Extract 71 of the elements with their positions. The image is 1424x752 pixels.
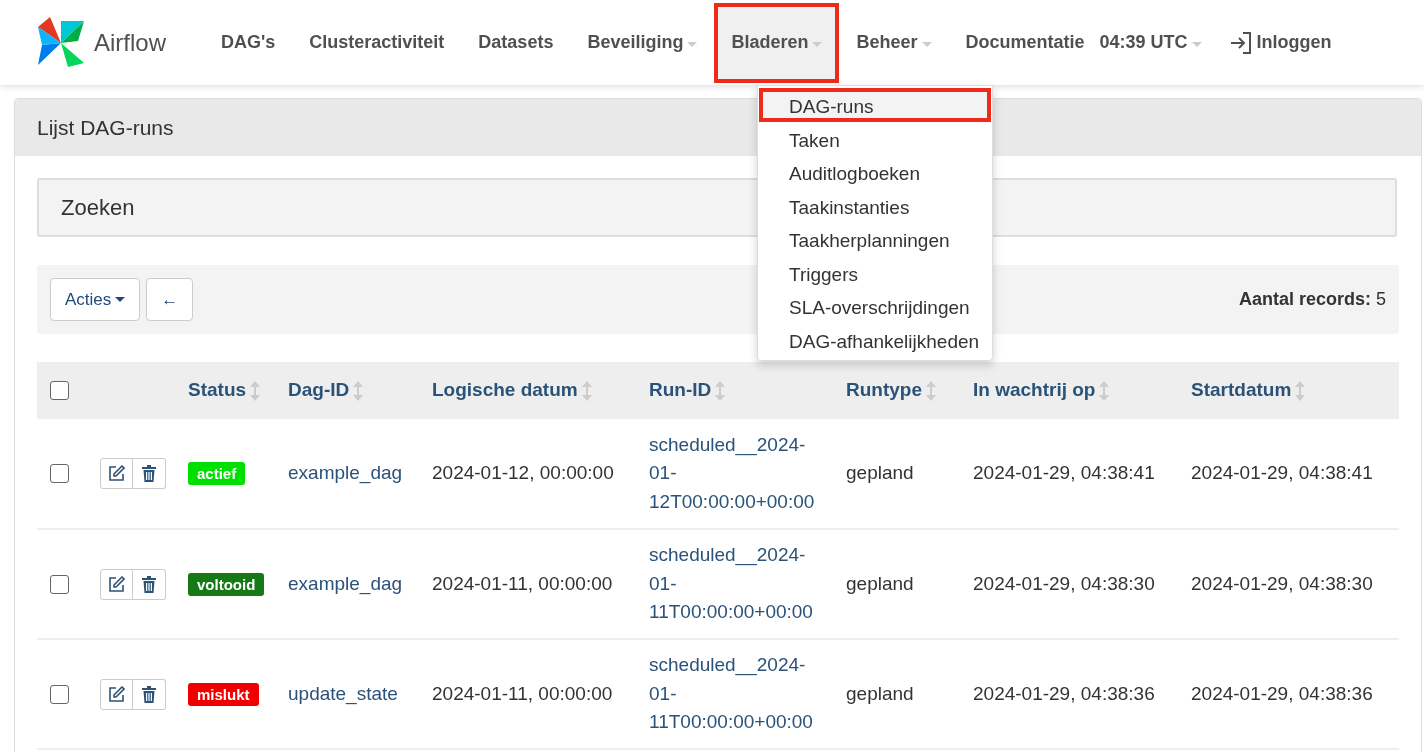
edit-button[interactable] xyxy=(100,568,133,600)
status-label: actief xyxy=(188,462,246,486)
caret-icon xyxy=(1191,41,1202,47)
delete-button[interactable] xyxy=(133,568,166,600)
dag-link[interactable]: example_dag xyxy=(288,462,403,484)
sort-icon xyxy=(1295,381,1306,402)
run-id-link[interactable]: scheduled__2024-01-11T00:00:00+00:00 xyxy=(649,541,821,627)
table-cell: 2024-01-29, 04:38:30 xyxy=(965,529,1183,639)
delete-button[interactable] xyxy=(133,458,166,489)
dag-link[interactable]: example_dag xyxy=(288,572,403,594)
row-checkbox[interactable] xyxy=(50,574,69,594)
column-header[interactable]: Startdatum xyxy=(1191,379,1292,401)
column-header[interactable]: Run-ID xyxy=(649,379,712,401)
nav-link[interactable]: DAG's xyxy=(204,2,293,83)
table-cell: gepland xyxy=(838,639,965,749)
run-id-link[interactable]: scheduled__2024-01-12T00:00:00+00:00 xyxy=(649,430,821,517)
trash-icon xyxy=(142,575,156,593)
edit-icon xyxy=(108,465,125,482)
brand-name[interactable]: Airflow xyxy=(94,24,166,61)
caret-icon xyxy=(687,41,698,47)
sort-icon xyxy=(581,381,592,402)
sort-icon xyxy=(715,381,726,402)
menu-item[interactable]: Taakinstanties xyxy=(759,188,991,222)
status-label: voltooid xyxy=(188,572,265,596)
row-checkbox[interactable] xyxy=(50,464,69,483)
row-checkbox[interactable] xyxy=(50,684,69,704)
trash-icon xyxy=(142,465,156,482)
table-cell: 2024-01-29, 04:38:41 xyxy=(965,419,1183,529)
menu-item[interactable]: Taken xyxy=(759,121,991,155)
table-cell: 2024-01-29, 04:38:36 xyxy=(1183,639,1399,749)
back-button[interactable]: ← xyxy=(146,278,194,321)
login-icon xyxy=(1228,30,1253,55)
delete-button[interactable] xyxy=(133,678,166,710)
run-id-link[interactable]: scheduled__2024-01-11T00:00:00+00:00 xyxy=(649,651,821,737)
table-cell: 2024-01-11, 00:00:00 xyxy=(424,639,641,749)
status-label: mislukt xyxy=(188,682,259,706)
menu-item[interactable]: DAG-afhankelijkheden xyxy=(759,322,991,356)
menu-item[interactable]: Triggers xyxy=(759,255,991,289)
table-cell: 2024-01-29, 04:38:41 xyxy=(1183,419,1399,529)
table-cell: gepland xyxy=(838,419,965,529)
table-cell: 2024-01-11, 00:00:00 xyxy=(424,529,641,639)
edit-button[interactable] xyxy=(100,678,133,710)
record-count: Aantal records: 5 xyxy=(1238,288,1386,311)
menu-item[interactable]: DAG-runs xyxy=(759,88,991,122)
nav-link[interactable]: Clusteractiviteit xyxy=(292,2,462,83)
caret-icon xyxy=(921,41,932,47)
actions-button[interactable]: Acties xyxy=(50,278,141,321)
sort-icon xyxy=(250,381,261,402)
select-all-checkbox[interactable] xyxy=(50,381,69,400)
dag-link[interactable]: update_state xyxy=(288,682,398,704)
trash-icon xyxy=(142,685,156,703)
column-header[interactable]: Dag-ID xyxy=(288,379,350,401)
edit-icon xyxy=(108,575,125,593)
sort-icon xyxy=(926,381,936,402)
nav-link[interactable]: Bladeren xyxy=(714,2,840,83)
edit-button[interactable] xyxy=(100,458,133,489)
table-cell: 2024-01-29, 04:38:36 xyxy=(965,639,1183,749)
table-cell: 2024-01-12, 00:00:00 xyxy=(424,419,641,529)
nav-link[interactable]: Datasets xyxy=(461,2,571,83)
sort-icon xyxy=(353,381,364,402)
nav-link[interactable]: Beheer xyxy=(839,2,949,83)
sort-icon xyxy=(1099,381,1110,402)
clock-link[interactable]: 04:39 UTC xyxy=(1095,2,1219,83)
caret-icon xyxy=(812,41,823,47)
nav-link[interactable]: Beveiliging xyxy=(570,2,715,83)
edit-icon xyxy=(108,685,125,703)
caret-icon xyxy=(115,297,126,302)
table-cell: gepland xyxy=(838,529,965,639)
table-cell: 2024-01-29, 04:38:30 xyxy=(1183,529,1399,639)
login-link[interactable]: Inloggen xyxy=(1218,2,1349,83)
menu-item[interactable]: SLA-overschrijdingen xyxy=(759,289,991,323)
